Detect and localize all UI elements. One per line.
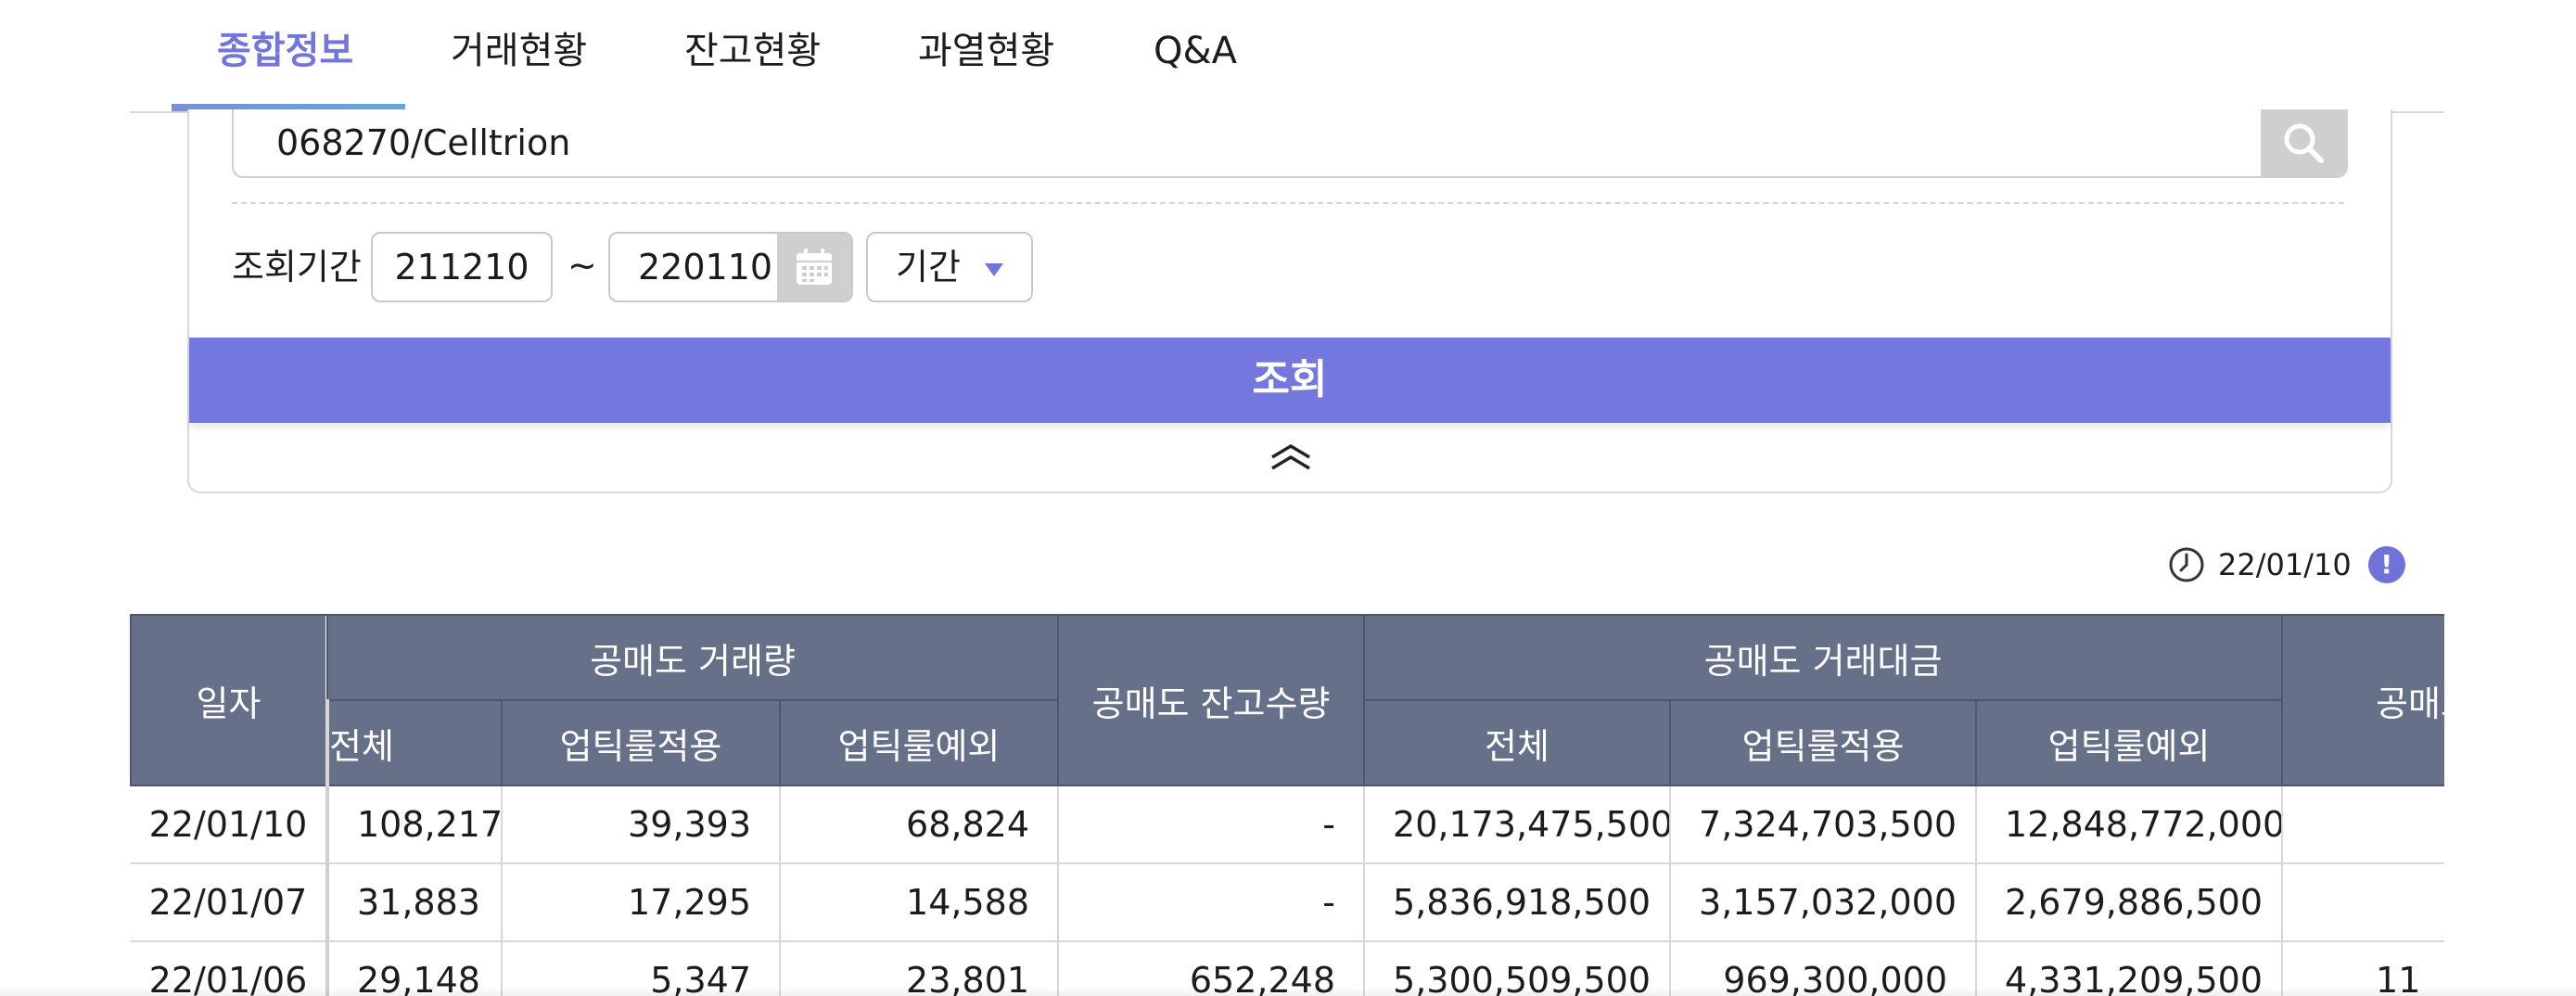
cell-date: 22/01/07 — [131, 863, 327, 942]
period-select-value: 기간 — [896, 247, 961, 287]
date-separator: ~ — [567, 245, 597, 286]
tab-trading[interactable]: 거래현황 — [451, 0, 587, 111]
period-label: 조회기간 — [232, 247, 362, 287]
cell-date: 22/01/10 — [131, 785, 327, 864]
tab-overheat[interactable]: 과열현황 — [918, 0, 1054, 111]
calendar-icon — [797, 249, 832, 285]
header-volume-group: 공매도 거래량 — [325, 614, 1060, 701]
cell-volume-uptick: 17,295 — [501, 863, 780, 942]
divider — [232, 202, 2344, 204]
start-date-input[interactable]: 211210 — [371, 232, 553, 302]
calendar-button[interactable] — [777, 234, 851, 300]
header-volume-uptick: 업틱룰적용 — [501, 699, 781, 786]
search-button[interactable] — [2261, 109, 2346, 176]
query-button[interactable]: 조회 — [189, 338, 2391, 423]
cell-balance: - — [1057, 785, 1365, 864]
cell-amount-except: 2,679,886,500 — [1975, 863, 2283, 942]
dropdown-triangle-icon — [985, 263, 1003, 276]
tab-bar: 종합정보 거래현황 잔고현황 과열현황 Q&A — [130, 0, 2444, 113]
cell-amount-uptick: 3,157,032,000 — [1669, 863, 1977, 942]
cell-volume-uptick: 39,393 — [501, 785, 780, 864]
cell-amount-uptick: 7,324,703,500 — [1669, 785, 1977, 864]
cell-balance: - — [1057, 863, 1365, 942]
cell-clipped — [2281, 863, 2444, 942]
header-volume-total: 전체 — [325, 699, 503, 786]
start-date-value: 211210 — [394, 247, 529, 287]
cell-volume-except: 68,824 — [778, 785, 1059, 864]
tab-qna[interactable]: Q&A — [1154, 0, 1237, 111]
clock-icon — [2169, 547, 2204, 582]
cell-clipped — [2281, 785, 2444, 864]
header-clipped: 공매도 — [2281, 614, 2444, 786]
data-table: 일자 공매도 거래량 공매도 잔고수량 공매도 거래대금 공매도 전체 업틱룰적… — [130, 614, 2444, 996]
header-volume-except: 업틱룰예외 — [778, 699, 1060, 786]
cell-amount-total: 20,173,475,500 — [1363, 785, 1671, 864]
cell-volume-except: 14,588 — [778, 863, 1059, 942]
tab-balance[interactable]: 잔고현황 — [684, 0, 821, 111]
tab-overview[interactable]: 종합정보 — [217, 0, 353, 111]
end-date-value: 220110 — [638, 247, 773, 287]
header-date: 일자 — [130, 614, 328, 786]
search-panel: 조회기간 211210 ~ 220110 기간 조회 — [187, 109, 2392, 493]
period-select[interactable]: 기간 — [866, 232, 1033, 302]
chevron-double-up-icon — [1271, 443, 1310, 470]
header-amount-uptick: 업틱룰적용 — [1669, 699, 1978, 786]
info-icon[interactable]: ! — [2367, 546, 2405, 583]
cell-amount-except: 12,848,772,000 — [1975, 785, 2283, 864]
stock-search-input[interactable] — [234, 109, 2218, 176]
bottom-edge-shadow — [0, 987, 2576, 996]
short-selling-table: 일자 공매도 거래량 공매도 잔고수량 공매도 거래대금 공매도 전체 업틱룰적… — [130, 614, 2444, 996]
cell-volume-total: 108,217 — [325, 785, 502, 864]
header-balance: 공매도 잔고수량 — [1057, 614, 1366, 786]
search-icon — [2284, 123, 2324, 163]
last-updated-date: 22/01/10 — [2218, 547, 2352, 582]
stock-search-box — [232, 109, 2348, 178]
header-amount-except: 업틱룰예외 — [1975, 699, 2284, 786]
header-amount-total: 전체 — [1363, 699, 1672, 786]
cell-volume-total: 31,883 — [325, 863, 502, 942]
last-updated: 22/01/10 ! — [2168, 542, 2405, 588]
collapse-button[interactable] — [1265, 434, 1317, 480]
table-row: 22/01/07 31,883 17,295 14,588 - 5,836,91… — [131, 863, 2444, 942]
table-row: 22/01/10 108,217 39,393 68,824 - 20,173,… — [131, 785, 2444, 864]
cell-amount-total: 5,836,918,500 — [1363, 863, 1671, 942]
header-amount-group: 공매도 거래대금 — [1363, 614, 2284, 701]
end-date-input[interactable]: 220110 — [608, 232, 853, 302]
